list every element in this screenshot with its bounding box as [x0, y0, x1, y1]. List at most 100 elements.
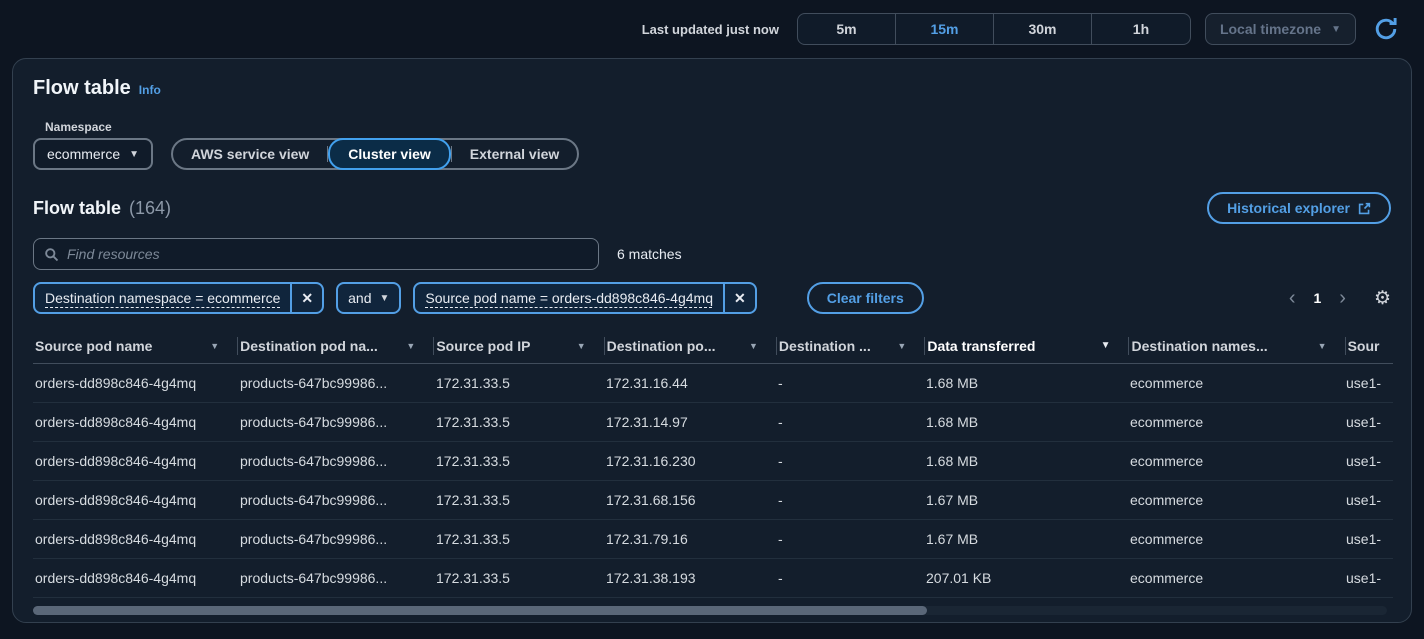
tab-cluster-view[interactable]: Cluster view: [328, 138, 450, 170]
cell-source-pod-ip: 172.31.33.5: [434, 531, 604, 547]
column-header-destination-pod-ip[interactable]: Destination po... ▼: [605, 338, 776, 354]
cell-destination-pod-name: products-647bc99986...: [238, 375, 434, 391]
cell-source-pod-name: orders-dd898c846-4g4mq: [33, 570, 238, 586]
time-range-5m[interactable]: 5m: [798, 14, 896, 44]
cell-destination-pod-name: products-647bc99986...: [238, 492, 434, 508]
historical-explorer-label: Historical explorer: [1227, 200, 1350, 216]
last-updated-text: Last updated just now: [642, 22, 779, 37]
cell-destination: -: [776, 414, 924, 430]
cell-destination-namespace: ecommerce: [1128, 570, 1344, 586]
cell-source: use1-: [1344, 375, 1393, 391]
table-tools: ‹ 1 › ⚙: [1281, 288, 1391, 308]
column-header-destination-truncated[interactable]: Destination ... ▼: [777, 338, 924, 354]
cell-source: use1-: [1344, 492, 1393, 508]
close-icon: ✕: [734, 290, 746, 307]
tab-external-view[interactable]: External view: [452, 140, 578, 168]
cell-data-transferred: 1.68 MB: [924, 375, 1128, 391]
column-filter-icon[interactable]: ▼: [897, 341, 906, 351]
cell-source-pod-ip: 172.31.33.5: [434, 414, 604, 430]
cell-destination-pod-name: products-647bc99986...: [238, 414, 434, 430]
refresh-button[interactable]: [1370, 13, 1402, 45]
table-settings-button[interactable]: ⚙: [1374, 289, 1391, 308]
search-box: [33, 238, 599, 270]
info-link[interactable]: Info: [139, 83, 161, 97]
remove-filter-button[interactable]: ✕: [723, 284, 755, 312]
column-label: Source pod IP: [436, 338, 530, 354]
column-header-source-pod-ip[interactable]: Source pod IP ▼: [434, 338, 603, 354]
historical-explorer-button[interactable]: Historical explorer: [1207, 192, 1391, 224]
cell-data-transferred: 1.67 MB: [924, 492, 1128, 508]
filter-row: Destination namespace = ecommerce ✕ and …: [33, 282, 1391, 314]
cell-source: use1-: [1344, 414, 1393, 430]
cell-source-pod-name: orders-dd898c846-4g4mq: [33, 453, 238, 469]
time-range-1h[interactable]: 1h: [1092, 14, 1190, 44]
timezone-dropdown[interactable]: Local timezone ▼: [1205, 13, 1356, 45]
search-icon: [44, 247, 59, 262]
cell-destination-pod-ip: 172.31.79.16: [604, 531, 776, 547]
column-filter-icon[interactable]: ▼: [577, 341, 586, 351]
timezone-label: Local timezone: [1220, 21, 1321, 37]
filter-operator-dropdown[interactable]: and ▼: [336, 282, 401, 314]
cell-destination: -: [776, 375, 924, 391]
close-icon: ✕: [301, 290, 313, 307]
cell-destination-pod-name: products-647bc99986...: [238, 453, 434, 469]
column-filter-icon[interactable]: ▼: [1318, 341, 1327, 351]
search-input[interactable]: [67, 246, 588, 262]
chevron-down-icon: ▼: [380, 293, 390, 304]
cell-destination-namespace: ecommerce: [1128, 453, 1344, 469]
column-label: Sour: [1348, 338, 1380, 354]
chevron-down-icon: ▼: [1331, 24, 1341, 35]
time-range-15m[interactable]: 15m: [896, 14, 994, 44]
table-heading: Flow table (164): [33, 198, 171, 219]
filter-token-label[interactable]: Destination namespace = ecommerce: [35, 290, 290, 306]
namespace-control: Namespace ecommerce ▼: [33, 120, 153, 170]
filter-token-destination-namespace: Destination namespace = ecommerce ✕: [33, 282, 324, 314]
cell-destination: -: [776, 570, 924, 586]
next-page-button[interactable]: ›: [1331, 288, 1354, 308]
column-label: Destination po...: [607, 338, 716, 354]
remove-filter-button[interactable]: ✕: [290, 284, 322, 312]
cell-source: use1-: [1344, 570, 1393, 586]
table-row: orders-dd898c846-4g4mq products-647bc999…: [33, 481, 1393, 520]
namespace-dropdown[interactable]: ecommerce ▼: [33, 138, 153, 170]
column-header-data-transferred[interactable]: Data transferred ▼: [925, 338, 1128, 354]
match-count: 6 matches: [617, 246, 682, 262]
horizontal-scrollbar[interactable]: [33, 606, 1387, 615]
column-header-source-truncated[interactable]: Sour: [1346, 338, 1393, 354]
current-page[interactable]: 1: [1307, 290, 1327, 306]
cell-source-pod-name: orders-dd898c846-4g4mq: [33, 375, 238, 391]
panel-header: Flow table Info: [33, 77, 1391, 100]
cell-source-pod-ip: 172.31.33.5: [434, 375, 604, 391]
column-filter-icon[interactable]: ▼: [749, 341, 758, 351]
cell-source-pod-name: orders-dd898c846-4g4mq: [33, 531, 238, 547]
column-label: Destination pod na...: [240, 338, 378, 354]
column-header-destination-pod-name[interactable]: Destination pod na... ▼: [238, 338, 433, 354]
cell-destination: -: [776, 531, 924, 547]
cell-source-pod-name: orders-dd898c846-4g4mq: [33, 414, 238, 430]
tab-aws-service-view[interactable]: AWS service view: [173, 140, 327, 168]
column-filter-icon[interactable]: ▼: [406, 341, 415, 351]
cell-source: use1-: [1344, 531, 1393, 547]
flow-table-panel: Flow table Info Namespace ecommerce ▼ AW…: [12, 58, 1412, 623]
cell-destination-namespace: ecommerce: [1128, 531, 1344, 547]
previous-page-button[interactable]: ‹: [1281, 288, 1304, 308]
column-header-source-pod-name[interactable]: Source pod name ▼: [33, 338, 237, 354]
cell-destination: -: [776, 492, 924, 508]
scrollbar-thumb[interactable]: [33, 606, 927, 615]
column-filter-icon[interactable]: ▼: [210, 341, 219, 351]
view-controls-row: Namespace ecommerce ▼ AWS service view C…: [33, 120, 1391, 170]
table-section-header: Flow table (164) Historical explorer: [33, 192, 1391, 224]
time-range-30m[interactable]: 30m: [994, 14, 1092, 44]
sort-descending-icon[interactable]: ▼: [1101, 340, 1111, 351]
cell-source-pod-ip: 172.31.33.5: [434, 570, 604, 586]
cell-destination-namespace: ecommerce: [1128, 375, 1344, 391]
table-heading-title: Flow table: [33, 198, 121, 219]
page-title: Flow table: [33, 77, 131, 100]
filter-token-label[interactable]: Source pod name = orders-dd898c846-4g4mq: [415, 290, 723, 306]
clear-filters-button[interactable]: Clear filters: [807, 282, 924, 314]
cell-source-pod-ip: 172.31.33.5: [434, 492, 604, 508]
column-label: Source pod name: [35, 338, 152, 354]
column-header-destination-namespace[interactable]: Destination names... ▼: [1129, 338, 1344, 354]
column-label: Destination ...: [779, 338, 871, 354]
cell-source-pod-ip: 172.31.33.5: [434, 453, 604, 469]
